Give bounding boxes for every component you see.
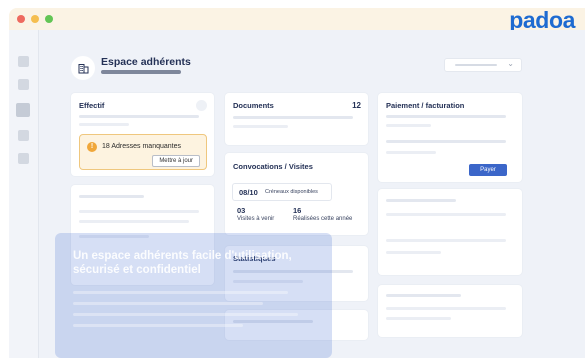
page-subtitle-placeholder <box>101 70 181 74</box>
sidebar-item-4[interactable] <box>18 130 29 141</box>
sidebar <box>9 30 39 358</box>
slots-label: Créneaux disponibles <box>265 189 318 195</box>
account-dropdown[interactable]: ⌄ <box>444 58 522 72</box>
sidebar-item-2[interactable] <box>18 79 29 90</box>
maximize-window-button[interactable] <box>45 15 53 23</box>
card-documents-title: Documents <box>233 101 274 110</box>
building-icon <box>71 56 95 80</box>
upcoming-visits-value: 03 <box>237 206 246 215</box>
warning-icon: ! <box>87 142 97 152</box>
sidebar-item-1[interactable] <box>18 56 29 67</box>
effectif-avatar <box>196 100 207 111</box>
page-title: Espace adhérents <box>101 56 191 68</box>
completed-visits-value: 16 <box>293 206 302 215</box>
sidebar-item-5[interactable] <box>18 153 29 164</box>
promo-title: Un espace adhérents facile d'utilisation… <box>73 250 292 276</box>
upcoming-visits: 03 Visites à venir <box>237 206 274 222</box>
completed-visits-label: Réalisées cette année <box>293 216 353 222</box>
missing-addresses-alert: ! 18 Adresses manquantes Mettre à jour <box>79 134 207 170</box>
alert-text: 18 Adresses manquantes <box>102 143 181 150</box>
close-window-button[interactable] <box>17 15 25 23</box>
available-slots: 08/10 Créneaux disponibles <box>232 183 332 201</box>
card-paiement-title: Paiement / facturation <box>386 101 465 110</box>
sidebar-item-3[interactable] <box>16 103 30 117</box>
minimize-window-button[interactable] <box>31 15 39 23</box>
chevron-down-icon: ⌄ <box>507 59 514 68</box>
slots-value: 08/10 <box>239 188 258 197</box>
card-effectif-title: Effectif <box>79 101 105 110</box>
completed-visits: 16 Réalisées cette année <box>293 206 352 222</box>
pay-button[interactable]: Payer <box>469 164 507 176</box>
upcoming-visits-label: Visites à venir <box>237 216 275 222</box>
title-bar: padoa <box>9 8 585 33</box>
card-convocations-title: Convocations / Visites <box>233 162 313 171</box>
card-placeholder-right[interactable] <box>378 189 522 275</box>
update-button[interactable]: Mettre à jour <box>152 155 200 167</box>
card-documents[interactable]: Documents 12 <box>225 93 368 145</box>
card-placeholder-right-2[interactable] <box>378 285 522 337</box>
documents-count: 12 <box>352 101 361 110</box>
